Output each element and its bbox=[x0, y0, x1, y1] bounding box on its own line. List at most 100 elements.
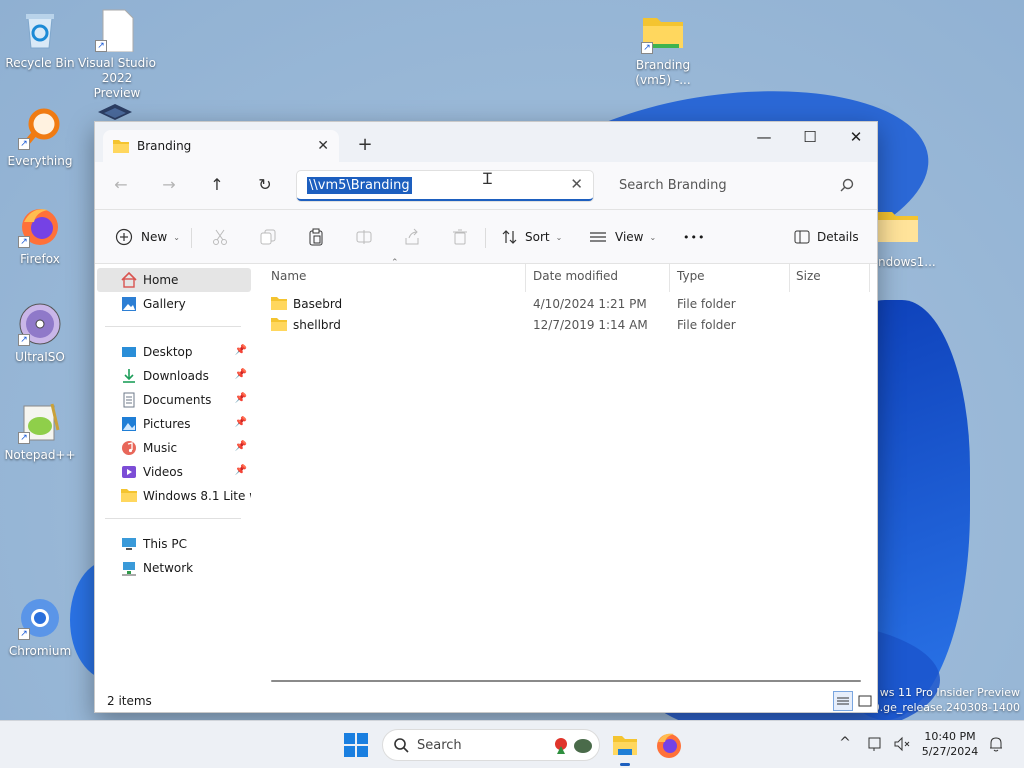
share-icon[interactable] bbox=[403, 228, 421, 246]
address-input[interactable]: \\vm5\Branding bbox=[307, 177, 412, 194]
desktop-icon-ultraiso[interactable]: ↗ UltraISO bbox=[0, 302, 80, 365]
firefox-icon: ↗ bbox=[18, 204, 62, 248]
chromium-icon: ↗ bbox=[18, 596, 62, 640]
taskbar: Search ^ 10:40 PM 5/27/2024 bbox=[0, 720, 1024, 768]
sidebar-item-music[interactable]: Music 📌 bbox=[97, 436, 251, 460]
details-view-button[interactable] bbox=[833, 691, 853, 711]
desktop-icon-visual-studio[interactable]: ↗ Visual Studio 2022 Preview bbox=[77, 8, 157, 101]
view-icon bbox=[589, 228, 607, 246]
windows-start-icon[interactable] bbox=[344, 733, 368, 757]
tiles-view-button[interactable] bbox=[855, 691, 875, 711]
minimize-button[interactable]: — bbox=[741, 122, 787, 154]
desktop-icon-label: Everything bbox=[7, 154, 73, 168]
clock-date: 5/27/2024 bbox=[921, 745, 979, 758]
taskbar-firefox[interactable] bbox=[653, 729, 685, 761]
pin-icon[interactable]: 📌 bbox=[235, 465, 247, 476]
plus-circle-icon bbox=[115, 228, 133, 246]
column-divider[interactable] bbox=[525, 264, 526, 292]
sidebar-item-videos[interactable]: Videos 📌 bbox=[97, 460, 251, 484]
sidebar-item-windows-lite[interactable]: Windows 8.1 Lite wit bbox=[97, 484, 251, 508]
sort-indicator-icon: ⌃ bbox=[391, 258, 399, 268]
sidebar-item-home[interactable]: Home bbox=[97, 268, 251, 292]
notepadpp-icon: ↗ bbox=[18, 400, 62, 444]
close-button[interactable]: ✕ bbox=[833, 122, 879, 154]
sidebar-item-desktop[interactable]: Desktop 📌 bbox=[97, 340, 251, 364]
pin-icon[interactable]: 📌 bbox=[235, 345, 247, 356]
details-button[interactable]: Details bbox=[793, 225, 859, 249]
refresh-button[interactable]: ↻ bbox=[253, 174, 277, 198]
clock-time: 10:40 PM bbox=[924, 730, 976, 743]
sidebar-item-network[interactable]: Network bbox=[97, 556, 251, 580]
delete-icon[interactable] bbox=[451, 228, 469, 246]
paste-icon[interactable] bbox=[307, 228, 325, 246]
sidebar-item-documents[interactable]: Documents 📌 bbox=[97, 388, 251, 412]
pin-icon[interactable]: 📌 bbox=[235, 369, 247, 380]
more-options-button[interactable]: ••• bbox=[683, 225, 705, 249]
tab-close-button[interactable]: ✕ bbox=[317, 138, 329, 154]
address-bar[interactable]: \\vm5\Branding ✕ bbox=[297, 171, 593, 201]
desktop-icon-branding-shortcut[interactable]: ↗ Branding (vm5) -... bbox=[623, 10, 703, 88]
desktop-icon-notepadpp[interactable]: ↗ Notepad++ bbox=[0, 400, 80, 463]
sidebar-item-pictures[interactable]: Pictures 📌 bbox=[97, 412, 251, 436]
rename-icon[interactable] bbox=[355, 228, 373, 246]
desktop-icon-firefox[interactable]: ↗ Firefox bbox=[0, 204, 80, 267]
search-highlight-icon bbox=[551, 734, 595, 761]
maximize-button[interactable]: ☐ bbox=[787, 122, 833, 154]
table-row[interactable]: Basebrd 4/10/2024 1:21 PM File folder bbox=[265, 294, 875, 315]
table-row[interactable]: shellbrd 12/7/2019 1:14 AM File folder bbox=[265, 315, 875, 336]
column-divider[interactable] bbox=[669, 264, 670, 292]
desktop-icon-recycle-bin[interactable]: Recycle Bin bbox=[0, 8, 80, 71]
new-tab-button[interactable]: + bbox=[353, 134, 377, 158]
chevron-up-icon[interactable]: ^ bbox=[835, 735, 855, 755]
system-clock[interactable]: 10:40 PM 5/27/2024 bbox=[918, 729, 982, 759]
navigation-bar: ← → ↑ ↻ \\vm5\Branding ✕ Ɪ Search Brandi… bbox=[95, 162, 877, 210]
sidebar-item-label: Music bbox=[143, 441, 178, 455]
back-button[interactable]: ← bbox=[109, 174, 133, 198]
sort-icon bbox=[501, 228, 519, 246]
copy-icon[interactable] bbox=[259, 228, 277, 246]
shortcut-arrow-icon: ↗ bbox=[18, 138, 30, 150]
sidebar-item-this-pc[interactable]: This PC bbox=[97, 532, 251, 556]
pin-icon[interactable]: 📌 bbox=[235, 393, 247, 404]
folder-icon bbox=[271, 318, 287, 331]
taskbar-search-box[interactable]: Search bbox=[382, 729, 600, 761]
divider bbox=[105, 518, 241, 519]
search-box[interactable]: Search Branding bbox=[605, 171, 869, 201]
sidebar-item-label: Downloads bbox=[143, 369, 209, 383]
cut-icon[interactable] bbox=[211, 228, 229, 246]
folder-icon bbox=[113, 139, 129, 153]
pin-icon[interactable]: 📌 bbox=[235, 417, 247, 428]
network-status-icon[interactable] bbox=[866, 735, 886, 755]
sort-button[interactable]: Sort ⌄ bbox=[501, 225, 562, 249]
desktop-icon-label: Branding (vm5) -... bbox=[635, 58, 691, 87]
column-header-date[interactable]: Date modified bbox=[533, 269, 618, 283]
sidebar-item-label: Videos bbox=[143, 465, 183, 479]
view-button[interactable]: View ⌄ bbox=[589, 225, 656, 249]
column-divider[interactable] bbox=[789, 264, 790, 292]
column-header-type[interactable]: Type bbox=[677, 269, 705, 283]
title-bar[interactable]: Branding ✕ + — ☐ ✕ bbox=[95, 122, 877, 162]
desktop-icon-everything[interactable]: ↗ Everything bbox=[0, 106, 80, 169]
new-button[interactable]: New ⌄ bbox=[115, 225, 180, 249]
horizontal-scrollbar[interactable] bbox=[271, 680, 861, 682]
search-input[interactable]: Search Branding bbox=[619, 178, 727, 193]
sidebar-item-downloads[interactable]: Downloads 📌 bbox=[97, 364, 251, 388]
notification-bell-icon[interactable] bbox=[986, 735, 1006, 755]
sort-label: Sort bbox=[525, 230, 550, 244]
shortcut-arrow-icon: ↗ bbox=[641, 42, 653, 54]
up-button[interactable]: ↑ bbox=[205, 174, 229, 198]
column-header-name[interactable]: Name bbox=[271, 269, 306, 283]
taskbar-file-explorer[interactable] bbox=[609, 729, 641, 766]
sidebar-item-label: Desktop bbox=[143, 345, 193, 359]
column-divider[interactable] bbox=[869, 264, 870, 292]
desktop-icon-chromium[interactable]: ↗ Chromium bbox=[0, 596, 80, 659]
volume-muted-icon[interactable] bbox=[892, 735, 912, 755]
address-clear-button[interactable]: ✕ bbox=[570, 175, 583, 193]
column-header-size[interactable]: Size bbox=[796, 269, 821, 283]
pin-icon[interactable]: 📌 bbox=[235, 441, 247, 452]
forward-button[interactable]: → bbox=[157, 174, 181, 198]
desktop-icon-label[interactable]: ndows1... bbox=[878, 255, 936, 269]
desktop-icon-label: Notepad++ bbox=[4, 448, 76, 462]
sidebar-item-gallery[interactable]: Gallery bbox=[97, 292, 251, 316]
tab-branding[interactable]: Branding ✕ bbox=[103, 130, 339, 162]
